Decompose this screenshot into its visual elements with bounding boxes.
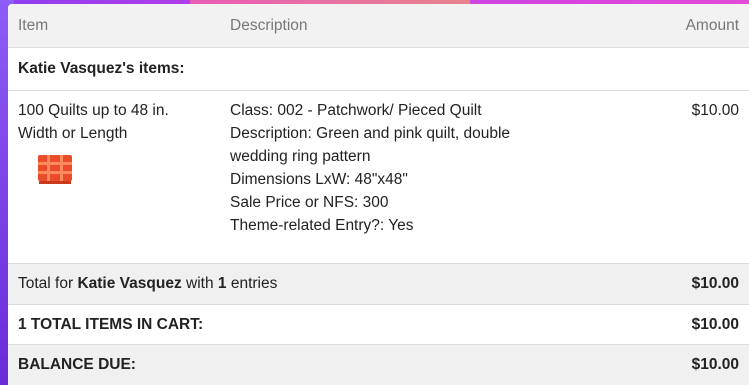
item-name-line-2: Width or Length: [18, 125, 128, 142]
total-suffix: entries: [230, 275, 278, 292]
item-name-cell: 100 Quilts up to 48 in. Width or Length: [8, 99, 230, 190]
cart-total-row: 1 TOTAL ITEMS IN CART: $10.00: [8, 305, 749, 345]
detail-description-cont: wedding ring pattern: [230, 148, 371, 165]
table-row: 100 Quilts up to 48 in. Width or Length …: [8, 91, 749, 264]
entrant-name: Katie Vasquez: [77, 275, 182, 292]
total-mid: with: [186, 275, 214, 292]
balance-due-label: BALANCE DUE:: [18, 356, 136, 373]
section-title-row: Katie Vasquez's items:: [8, 48, 749, 91]
balance-due-row: BALANCE DUE: $10.00: [8, 345, 749, 385]
detail-dimensions: Dimensions LxW: 48"x48": [230, 171, 408, 188]
total-prefix: Total for: [18, 275, 74, 292]
cart-table: Item Description Amount Katie Vasquez's …: [8, 4, 749, 385]
entrant-total-label: Total for Katie Vasquez with 1 entries: [8, 275, 609, 293]
detail-description: Description: Green and pink quilt, doubl…: [230, 125, 511, 142]
header-item: Item: [18, 16, 49, 34]
table-header: Item Description Amount: [8, 4, 749, 48]
cart-total-amount: $10.00: [691, 315, 739, 333]
cart-total-label: 1 TOTAL ITEMS IN CART:: [18, 315, 204, 333]
section-title: Katie Vasquez's items:: [18, 60, 185, 77]
detail-class: Class: 002 - Patchwork/ Pieced Quilt: [230, 102, 482, 119]
item-description-cell: Class: 002 - Patchwork/ Pieced Quilt Des…: [230, 99, 609, 237]
balance-due-amount: $10.00: [691, 356, 739, 373]
quilt-icon: [38, 155, 72, 184]
detail-theme-entry: Theme-related Entry?: Yes: [230, 217, 414, 234]
item-amount: $10.00: [691, 102, 739, 119]
entrant-total-row: Total for Katie Vasquez with 1 entries $…: [8, 264, 749, 305]
entry-count: 1: [217, 275, 227, 292]
detail-sale-price: Sale Price or NFS: 300: [230, 194, 389, 211]
header-description: Description: [230, 16, 308, 34]
header-amount: Amount: [685, 16, 739, 34]
entrant-total-amount: $10.00: [691, 275, 739, 292]
item-name-line-1: 100 Quilts up to 48 in.: [18, 102, 169, 119]
